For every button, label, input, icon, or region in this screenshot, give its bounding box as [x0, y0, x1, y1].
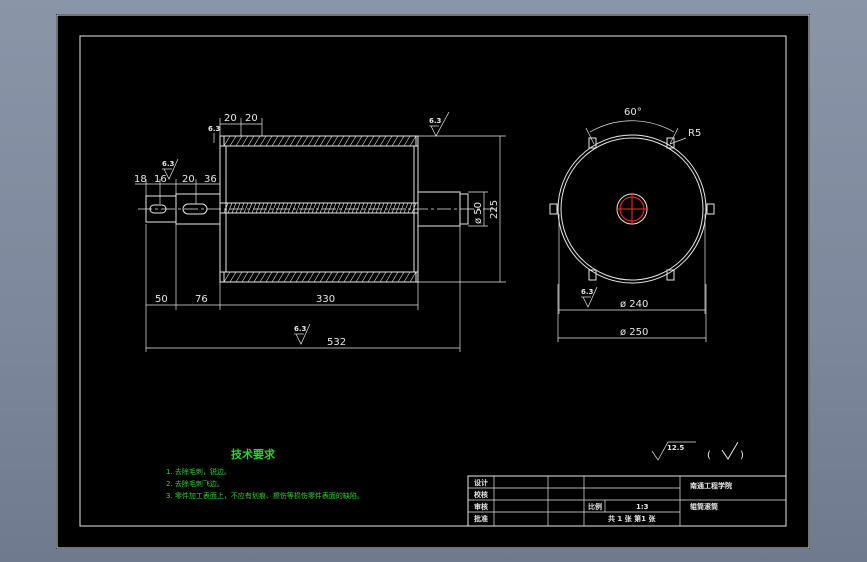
tb-school: 南通工程学院 [690, 481, 732, 490]
cad-viewport[interactable]: 20 20 18 16 20 36 50 76 330 532 ø 50 225 [56, 14, 810, 549]
technical-requirements: 技术要求 1. 去除毛刺，锐边。 2. 去除毛刺飞边。 3. 零件加工表面上，不… [166, 447, 364, 500]
title-block: 设计 校核 审核 批准 南通工程学院 比例 1:3 辊筒滚筒 共 1 张 第1 … [467, 475, 787, 527]
surface-roughness-note: 12.5 ( ) [651, 441, 744, 461]
tech-item-1: 1. 去除毛刺，锐边。 [166, 467, 231, 476]
dim-330: 330 [316, 294, 335, 305]
dim-50-bottom: 50 [155, 294, 168, 305]
roughness-2: 6.3 [162, 160, 175, 168]
roughness-symbols: 6.3 6.3 6.3 6.3 6.3 [162, 111, 598, 345]
tb-approver: 批准 [474, 514, 488, 523]
dim-20b: 20 [245, 113, 258, 124]
tb-checker: 校核 [474, 490, 488, 499]
dim-18: 18 [134, 174, 147, 185]
dim-225: 225 [489, 200, 500, 219]
roughness-1: 6.3 [429, 117, 442, 125]
tb-scale-label: 比例 [588, 502, 602, 511]
tb-scale-value: 1:3 [636, 503, 649, 511]
paren-close: ) [740, 450, 744, 461]
dim-16: 16 [154, 174, 167, 185]
dim-20a: 20 [224, 113, 237, 124]
dim-phi250: ø 250 [620, 327, 648, 338]
tech-title: 技术要求 [231, 447, 276, 461]
dim-phi240: ø 240 [620, 299, 648, 310]
tb-sheets: 共 1 张 第1 张 [608, 514, 656, 523]
tb-designer: 设计 [474, 478, 488, 487]
paren-open: ( [707, 450, 711, 461]
tech-item-3: 3. 零件加工表面上，不应有划痕、擦伤等损伤零件表面的缺陷。 [166, 491, 364, 500]
dim-532: 532 [327, 337, 346, 348]
tb-reviewer: 审核 [474, 502, 488, 511]
dim-phi50: ø 50 [473, 202, 484, 224]
tech-item-2: 2. 去除毛刺飞边。 [166, 479, 224, 488]
roughness-4: 6.3 [294, 325, 307, 333]
dim-angle-60: 60° [624, 107, 642, 118]
tb-part-name: 辊筒滚筒 [690, 502, 718, 511]
inner-border [79, 35, 787, 527]
dim-20c: 20 [182, 174, 195, 185]
front-dimensions: 20 20 18 16 20 36 50 76 330 532 ø 50 225 [134, 113, 506, 352]
roller-front-view [138, 135, 496, 283]
dim-36: 36 [204, 174, 217, 185]
roughness-5: 6.3 [581, 288, 594, 296]
surface-value: 12.5 [667, 444, 684, 452]
roughness-3: 6.3 [208, 125, 221, 133]
dim-76: 76 [195, 294, 208, 305]
drawing-canvas: 20 20 18 16 20 36 50 76 330 532 ø 50 225 [56, 14, 810, 549]
dim-r5: R5 [688, 128, 701, 139]
roller-side-view: 60° R5 ø 240 ø 250 [549, 107, 715, 342]
